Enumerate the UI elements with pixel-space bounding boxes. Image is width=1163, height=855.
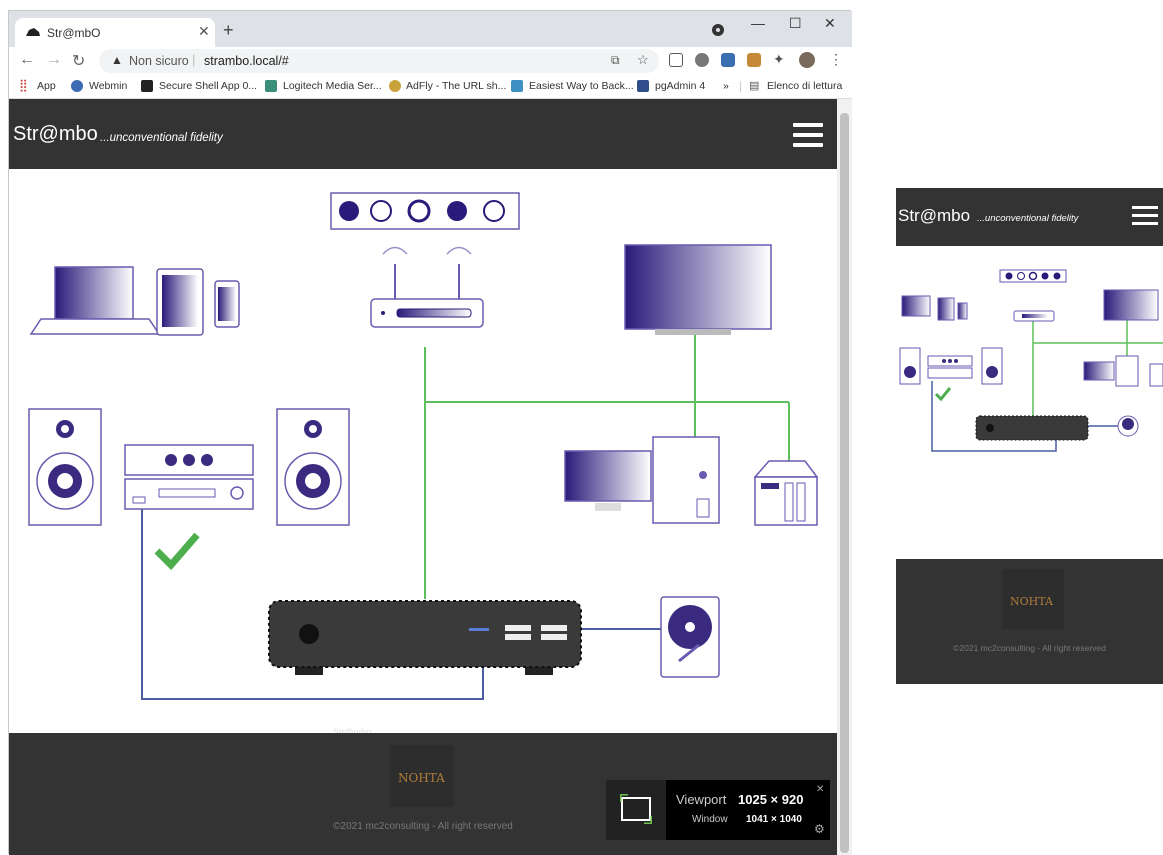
- footer-logo: NOHTA: [390, 745, 454, 807]
- viewport-label: Viewport: [676, 792, 727, 807]
- mobile-brand[interactable]: Str@mbo: [898, 206, 970, 226]
- bookmark-item[interactable]: App: [37, 80, 56, 92]
- bookmarks-bar: ⣿ App Webmin Secure Shell App 0... Logit…: [9, 75, 852, 99]
- settings-icon[interactable]: ⚙: [814, 822, 825, 836]
- window-label: Window: [692, 814, 728, 825]
- shield-ext-icon[interactable]: [695, 53, 709, 67]
- viewport-icon: [606, 780, 666, 840]
- adfly-icon: [389, 80, 401, 92]
- lms-icon: [265, 80, 277, 92]
- browser-window: Str@mbO ✕ + — ☐ ✕ ← → ↻ ▲ Non sicuro | s…: [8, 10, 852, 855]
- nas-server: [753, 460, 819, 526]
- radio-icon: [483, 200, 505, 222]
- browser-tab[interactable]: Str@mbO ✕: [15, 18, 215, 47]
- bookmark-item[interactable]: Webmin: [89, 80, 127, 92]
- router: [370, 246, 484, 328]
- back-button[interactable]: ←: [19, 51, 35, 69]
- tab-title: Str@mbO: [47, 26, 101, 40]
- puzzle-icon[interactable]: ✦: [773, 51, 785, 68]
- audio-cables: [141, 496, 665, 700]
- address-bar[interactable]: ▲ Non sicuro | strambo.local/# ⧉ ☆: [99, 49, 659, 73]
- forward-button[interactable]: →: [46, 51, 62, 69]
- footer-logo-text: NOHTA: [398, 771, 445, 785]
- mobile-header: Str@mbo ...unconventional fidelity: [896, 188, 1163, 246]
- deezer-icon: [447, 201, 467, 221]
- bookmarks-overflow[interactable]: »: [723, 80, 729, 92]
- bookmark-item[interactable]: Secure Shell App 0...: [159, 80, 257, 92]
- mobile-logo-text: NOHTA: [1010, 595, 1053, 608]
- viewport-value: 1025 × 920: [738, 792, 804, 807]
- close-overlay-icon[interactable]: ✕: [816, 784, 824, 795]
- url-text: strambo.local/#: [204, 54, 289, 68]
- desktop-computer: [564, 436, 720, 524]
- network-diagram: [28, 192, 819, 700]
- mobile-copyright: ©2021 mc2consulting - All right reserved: [953, 643, 1106, 653]
- terminal-icon: [141, 80, 153, 92]
- backup-icon: [511, 80, 523, 92]
- page-viewport: Str@mbo ...unconventional fidelity Str@m…: [9, 99, 837, 855]
- hard-drive: [660, 596, 720, 678]
- spotify-icon: [339, 201, 359, 221]
- record-icon[interactable]: [712, 24, 724, 36]
- minimize-button[interactable]: —: [751, 15, 765, 31]
- menu-kebab-icon[interactable]: ⋮: [829, 51, 843, 68]
- mobile-network-diagram: [899, 269, 1163, 452]
- reload-button[interactable]: ↻: [72, 51, 85, 71]
- site-tagline: ...unconventional fidelity: [100, 132, 223, 144]
- linkedin-ext-icon[interactable]: [721, 53, 735, 67]
- strambo-device: [268, 600, 582, 675]
- hamburger-menu-icon[interactable]: [793, 123, 823, 147]
- avatar[interactable]: [799, 52, 815, 68]
- television: [624, 244, 772, 335]
- hifi-system: [28, 408, 350, 526]
- mobile-hamburger-icon[interactable]: [1132, 206, 1158, 230]
- scrollbar-thumb[interactable]: [840, 113, 849, 853]
- tidal-icon: [370, 200, 392, 222]
- qobuz-icon: [407, 199, 431, 223]
- translate-icon[interactable]: ⧉: [611, 53, 620, 68]
- reading-list[interactable]: Elenco di lettura: [767, 80, 842, 92]
- window-value: 1041 × 1040: [746, 814, 802, 825]
- bookmarks-divider: |: [739, 79, 743, 93]
- close-window-button[interactable]: ✕: [824, 15, 836, 32]
- site-header: Str@mbo ...unconventional fidelity: [9, 99, 837, 169]
- site-brand[interactable]: Str@mbo: [13, 123, 98, 146]
- scrollbar[interactable]: [837, 99, 852, 855]
- browser-toolbar: ← → ↻ ▲ Non sicuro | strambo.local/# ⧉ ☆…: [9, 47, 852, 75]
- omnibox-divider: |: [192, 52, 196, 67]
- screenshot-ext-icon[interactable]: [669, 53, 683, 67]
- check-icon: [154, 532, 200, 571]
- mobile-tagline: ...unconventional fidelity: [977, 213, 1079, 224]
- mobile-footer-logo: NOHTA: [1002, 569, 1064, 629]
- bookmark-item[interactable]: Logitech Media Ser...: [283, 80, 382, 92]
- site-favicon: [26, 28, 40, 36]
- streaming-services: [330, 192, 520, 230]
- pgadmin-icon: [637, 80, 649, 92]
- bookmark-star-icon[interactable]: ☆: [637, 52, 649, 68]
- close-tab-icon[interactable]: ✕: [198, 23, 210, 40]
- mobile-preview: Str@mbo ...unconventional fidelity NOHTA…: [896, 188, 1163, 684]
- bookmark-item[interactable]: Easiest Way to Back...: [529, 80, 634, 92]
- apps-grid-icon: ⣿: [19, 78, 28, 92]
- warning-icon: ▲: [111, 53, 123, 67]
- bookmark-item[interactable]: AdFly - The URL sh...: [406, 80, 506, 92]
- ext-icon[interactable]: [747, 53, 761, 67]
- new-tab-button[interactable]: +: [223, 20, 234, 41]
- mobile-footer: NOHTA ©2021 mc2consulting - All right re…: [896, 559, 1163, 684]
- client-devices: [29, 266, 240, 336]
- reading-list-icon: ▤: [749, 80, 760, 92]
- bookmark-item[interactable]: pgAdmin 4: [655, 80, 705, 92]
- security-label: Non sicuro: [129, 54, 189, 68]
- webmin-icon: [71, 80, 83, 92]
- viewport-size-overlay: Viewport 1025 × 920 Window 1041 × 1040 ✕…: [606, 780, 830, 840]
- tab-strip: Str@mbO ✕ + — ☐ ✕: [9, 11, 852, 47]
- maximize-button[interactable]: ☐: [789, 15, 802, 32]
